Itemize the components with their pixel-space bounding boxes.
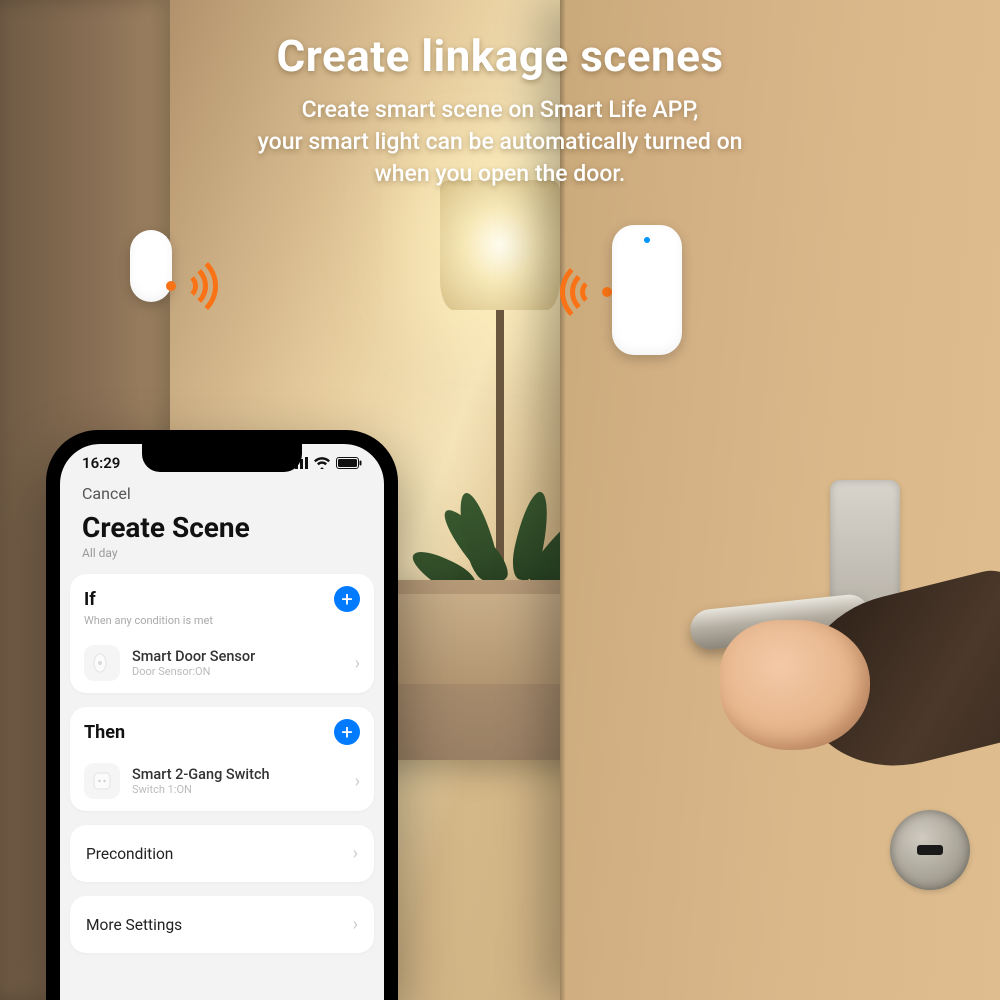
wifi-icon	[314, 457, 330, 469]
device-name: Smart 2-Gang Switch	[132, 766, 343, 783]
signal-waves-icon	[530, 252, 610, 332]
marketing-subline: Create smart scene on Smart Life APP,	[302, 96, 699, 123]
chevron-right-icon: ›	[355, 653, 360, 674]
door-keyhole	[890, 810, 970, 890]
device-status: Door Sensor:ON	[132, 665, 343, 678]
condition-row[interactable]: Smart Door Sensor Door Sensor:ON ›	[84, 637, 360, 681]
page-title: Create Scene	[60, 511, 384, 546]
if-subtitle: When any condition is met	[84, 614, 360, 627]
marketing-subline: when you open the door.	[375, 160, 626, 187]
precondition-row[interactable]: Precondition ›	[70, 825, 374, 882]
add-condition-button[interactable]: +	[334, 586, 360, 612]
door-sensor-main	[612, 225, 682, 355]
then-action-card: Then + Smart 2-Gang Switch Switch 1:ON ›	[70, 707, 374, 811]
door-sensor-icon	[84, 645, 120, 681]
hand-on-door	[660, 560, 1000, 790]
marketing-headline: Create linkage scenes	[50, 30, 950, 82]
chevron-right-icon: ›	[355, 771, 360, 792]
action-row[interactable]: Smart 2-Gang Switch Switch 1:ON ›	[84, 755, 360, 799]
marketing-subline: your smart light can be automatically tu…	[258, 128, 743, 155]
battery-icon	[336, 457, 362, 469]
add-action-button[interactable]: +	[334, 719, 360, 745]
chevron-right-icon: ›	[353, 843, 358, 864]
chevron-right-icon: ›	[353, 914, 358, 935]
device-name: Smart Door Sensor	[132, 648, 343, 665]
page-subtitle: All day	[60, 546, 384, 574]
phone-notch	[142, 444, 302, 472]
row-label: More Settings	[86, 916, 182, 934]
then-title: Then	[84, 722, 125, 743]
row-label: Precondition	[86, 845, 173, 863]
status-time: 16:29	[82, 454, 120, 472]
device-status: Switch 1:ON	[132, 783, 343, 796]
cancel-button[interactable]: Cancel	[82, 484, 131, 503]
if-condition-card: If + When any condition is met Smart Doo…	[70, 574, 374, 693]
switch-icon	[84, 763, 120, 799]
if-title: If	[84, 589, 96, 610]
more-settings-row[interactable]: More Settings ›	[70, 896, 374, 953]
phone-mockup: 16:29 Cancel Create Scene All day If + W…	[46, 430, 398, 1000]
signal-waves-icon	[170, 246, 250, 326]
